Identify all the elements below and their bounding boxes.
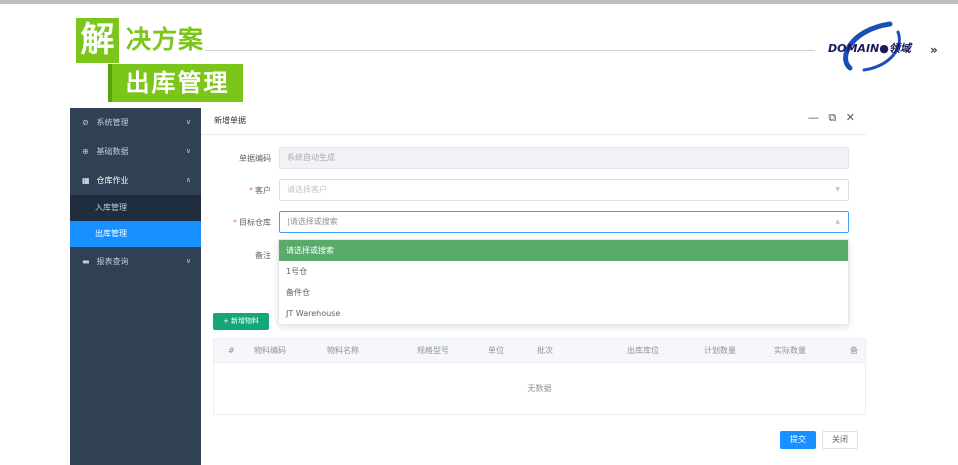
required-mark: * (233, 218, 237, 227)
sidebar-subitem-inbound[interactable]: 入库管理 (70, 195, 201, 221)
sidebar-item-label: 系统管理 (96, 118, 129, 127)
column-header: # (228, 346, 235, 355)
column-header: 实际数量 (774, 346, 806, 355)
table-header: # 物料编码 物料名称 规格型号 单位 批次 出库库位 计划数量 实际数量 备 (214, 339, 865, 363)
column-header: 计划数量 (704, 346, 736, 355)
dialog-header-divider (201, 134, 866, 135)
chevron-down-icon: ▼ (835, 186, 840, 193)
dropdown-option[interactable]: 1号仓 (279, 261, 848, 282)
sidebar-item-reports[interactable]: ▬ 报表查询 ∨ (70, 247, 201, 276)
logo-text: DOMAIN●领域 (828, 42, 911, 55)
gauge-icon: ⊘ (82, 118, 89, 127)
copyright-icon: ⊕ (82, 147, 89, 156)
warehouse-label-text: 目标仓库 (239, 218, 271, 227)
code-placeholder: 系统自动生成 (287, 153, 335, 162)
add-material-button[interactable]: + 新增物料 (213, 313, 269, 330)
column-header: 备 (850, 346, 858, 355)
sidebar-subitem-outbound[interactable]: 出库管理 (70, 221, 201, 247)
chevron-down-icon: ∨ (185, 147, 191, 155)
report-icon: ▬ (82, 257, 90, 266)
warehouse-select[interactable]: |请选择或搜索 ▲ (279, 211, 849, 233)
dialog-title: 新增单据 (214, 116, 246, 125)
chevron-up-icon: ∧ (185, 176, 191, 184)
sidebar-item-label: 报表查询 (96, 257, 129, 266)
dropdown-option[interactable]: 备件仓 (279, 282, 848, 303)
sidebar-item-basic-data[interactable]: ⊕ 基础数据 ∨ (70, 137, 201, 166)
chevron-right-icon: » (930, 43, 938, 57)
grid-icon: ▦ (82, 176, 90, 185)
remark-label: 备注 (211, 250, 271, 261)
sidebar-item-label: 仓库作业 (96, 176, 129, 185)
chevron-down-icon: ∨ (185, 257, 191, 265)
sidebar-item-system[interactable]: ⊘ 系统管理 ∨ (70, 108, 201, 137)
column-header: 出库库位 (627, 346, 659, 355)
banner-title: 决方案 (126, 25, 205, 54)
domain-logo: DOMAIN●领域 (820, 18, 920, 74)
warehouse-dropdown: 请选择或搜索 1号仓 备件仓 JT Warehouse (278, 239, 849, 325)
customer-label-text: 客户 (255, 186, 271, 195)
dropdown-option[interactable]: 请选择或搜索 (279, 240, 848, 261)
chevron-down-icon: ∨ (185, 118, 191, 126)
banner-kai-box: 解 (76, 18, 119, 63)
column-header: 规格型号 (417, 346, 449, 355)
column-header: 物料名称 (327, 346, 359, 355)
banner-divider (205, 50, 815, 51)
customer-placeholder: 请选择客户 (287, 185, 327, 194)
close-button[interactable]: 关闭 (822, 431, 858, 449)
remark-label-text: 备注 (255, 251, 271, 260)
material-table: # 物料编码 物料名称 规格型号 单位 批次 出库库位 计划数量 实际数量 备 … (213, 338, 866, 415)
column-header: 物料编码 (254, 346, 286, 355)
top-rule (0, 0, 958, 4)
warehouse-placeholder: 请选择或搜索 (289, 217, 338, 226)
submenu-warehouse-ops: 入库管理 出库管理 (70, 195, 201, 247)
code-label: 单据编码 (211, 153, 271, 164)
dialog-window-controls[interactable]: — ⧉ ✕ (808, 111, 858, 125)
sidebar: ⊘ 系统管理 ∨ ⊕ 基础数据 ∨ ▦ 仓库作业 ∧ 入库管理 出库管理 ▬ 报… (70, 108, 201, 465)
warehouse-label: * 目标仓库 (211, 217, 271, 228)
dropdown-option[interactable]: JT Warehouse (279, 303, 848, 324)
customer-select[interactable]: 请选择客户 ▼ (279, 179, 849, 201)
banner-subtitle: 出库管理 (108, 64, 243, 102)
code-field: 系统自动生成 (279, 147, 849, 169)
required-mark: * (249, 186, 253, 195)
code-label-text: 单据编码 (239, 154, 271, 163)
chevron-up-icon: ▲ (835, 218, 840, 225)
column-header: 批次 (537, 346, 553, 355)
table-empty-text: 无数据 (527, 384, 552, 393)
sidebar-item-warehouse-ops[interactable]: ▦ 仓库作业 ∧ (70, 166, 201, 195)
sidebar-item-label: 基础数据 (96, 147, 129, 156)
submit-button[interactable]: 提交 (780, 431, 816, 449)
column-header: 单位 (488, 346, 504, 355)
customer-label: * 客户 (211, 185, 271, 196)
